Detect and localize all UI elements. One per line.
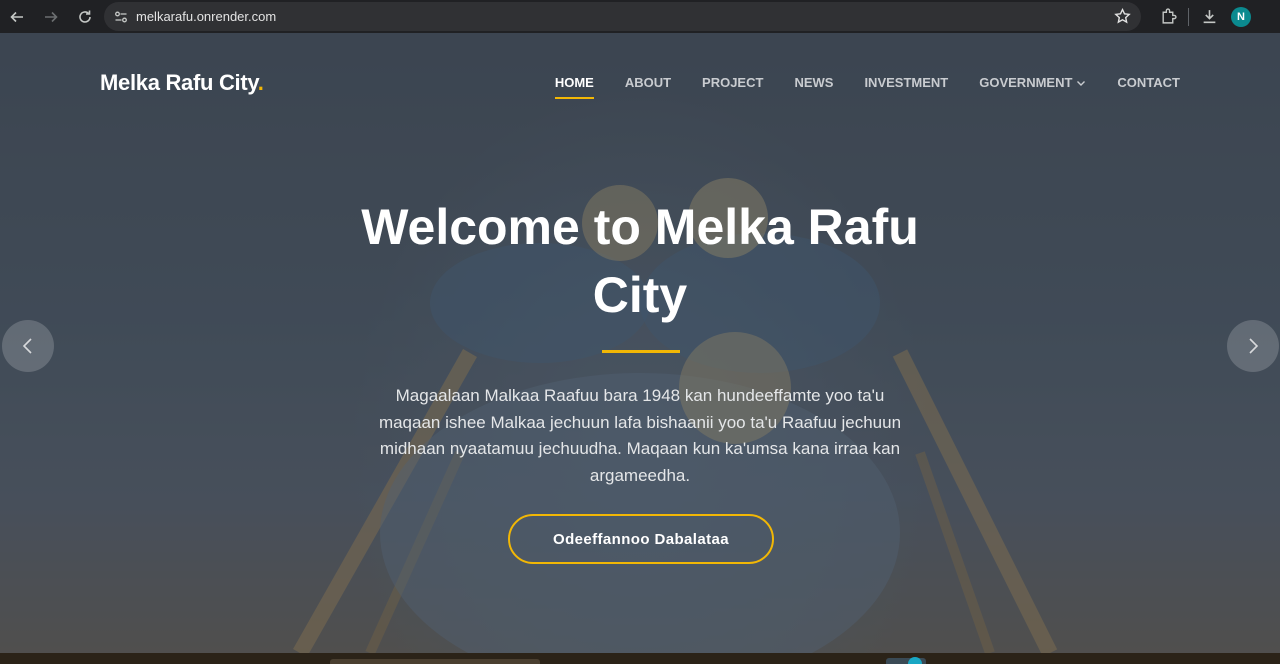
chevron-right-icon <box>1249 338 1259 354</box>
nav-news[interactable]: NEWS <box>794 75 833 90</box>
nav-home[interactable]: HOME <box>554 75 594 99</box>
logo-dot: . <box>257 70 264 95</box>
nav-investment[interactable]: INVESTMENT <box>864 75 948 90</box>
avatar: N <box>1231 6 1251 27</box>
carousel-prev-button[interactable] <box>2 320 54 372</box>
profile-button[interactable]: N <box>1225 0 1257 33</box>
extensions-icon <box>1161 8 1177 24</box>
chevron-left-icon <box>22 338 32 354</box>
main-navigation: HOME ABOUT PROJECT NEWS INVESTMENT GOVER… <box>554 75 1180 99</box>
nav-government-label: GOVERNMENT <box>979 75 1073 90</box>
toolbar-divider <box>1188 7 1189 26</box>
reload-icon <box>79 10 91 23</box>
site-logo[interactable]: Melka Rafu City. <box>100 70 264 96</box>
back-button[interactable] <box>0 0 34 33</box>
nav-project[interactable]: PROJECT <box>702 75 763 90</box>
hero-section: Melka Rafu City. HOME ABOUT PROJECT NEWS… <box>0 33 1280 653</box>
chevron-down-icon <box>1077 80 1086 86</box>
reload-button[interactable] <box>68 0 102 33</box>
nav-about[interactable]: ABOUT <box>625 75 671 90</box>
address-bar[interactable]: melkarafu.onrender.com <box>104 2 1141 31</box>
title-underline <box>602 350 680 353</box>
forward-icon <box>45 11 58 22</box>
carousel-next-button[interactable] <box>1227 320 1279 372</box>
logo-text: Melka Rafu City <box>100 70 258 95</box>
downloads-button[interactable] <box>1193 0 1225 33</box>
nav-government[interactable]: GOVERNMENT <box>979 75 1086 90</box>
more-info-button[interactable]: Odeeffannoo Dabalataa <box>508 514 774 564</box>
site-info-icon[interactable] <box>106 9 136 25</box>
hero-title: Welcome to Melka Rafu City <box>361 199 919 323</box>
next-section-shape <box>330 659 540 664</box>
next-section-edge <box>0 653 1280 664</box>
next-section-shape <box>908 657 922 664</box>
browser-toolbar: melkarafu.onrender.com N <box>0 0 1280 33</box>
back-icon <box>10 11 23 22</box>
extensions-button[interactable] <box>1152 0 1184 33</box>
download-icon <box>1203 10 1215 24</box>
site-header: Melka Rafu City. HOME ABOUT PROJECT NEWS… <box>0 33 1280 133</box>
hero-description: Magaalaan Malkaa Raafuu bara 1948 kan hu… <box>378 386 902 485</box>
bookmark-star-icon[interactable] <box>1114 8 1131 25</box>
nav-contact[interactable]: CONTACT <box>1117 75 1180 90</box>
url-text: melkarafu.onrender.com <box>136 9 277 24</box>
forward-button[interactable] <box>34 0 68 33</box>
